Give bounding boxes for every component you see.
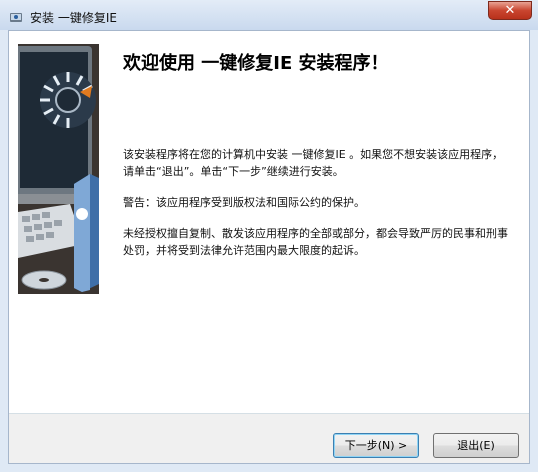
intro-text: 该安装程序将在您的计算机中安装 一键修复IE 。如果您不想安装该应用程序，请单击… bbox=[123, 148, 504, 178]
welcome-panel: 欢迎使用 一键修复IE 安装程序！ 该安装程序将在您的计算机中安装 一键修复IE… bbox=[9, 31, 529, 413]
close-button[interactable]: ✕ bbox=[488, 1, 532, 20]
installer-window: 安装 一键修复IE ✕ 欢迎使用 一键修复IE 安装程序！ 该安装程序将在您的计… bbox=[0, 0, 538, 472]
welcome-heading: 欢迎使用 一键修复IE 安装程序！ bbox=[123, 53, 389, 74]
installer-icon bbox=[9, 9, 23, 23]
client-area: 欢迎使用 一键修复IE 安装程序！ 该安装程序将在您的计算机中安装 一键修复IE… bbox=[8, 30, 530, 464]
title-bar[interactable]: 安装 一键修复IE ✕ bbox=[0, 0, 538, 30]
close-icon: ✕ bbox=[504, 3, 516, 18]
footer-divider bbox=[9, 413, 529, 414]
warning-text: 警告：该应用程序受到版权法和国际公约的保护。 bbox=[123, 196, 365, 209]
side-illustration bbox=[18, 44, 99, 294]
copyright-text: 未经授权擅自复制、散发该应用程序的全部或部分，都会导致严厉的民事和刑事处罚，并将… bbox=[123, 227, 508, 257]
next-button[interactable]: 下一步(N) > bbox=[333, 433, 419, 458]
exit-button[interactable]: 退出(E) bbox=[433, 433, 519, 458]
window-title: 安装 一键修复IE bbox=[30, 11, 117, 25]
